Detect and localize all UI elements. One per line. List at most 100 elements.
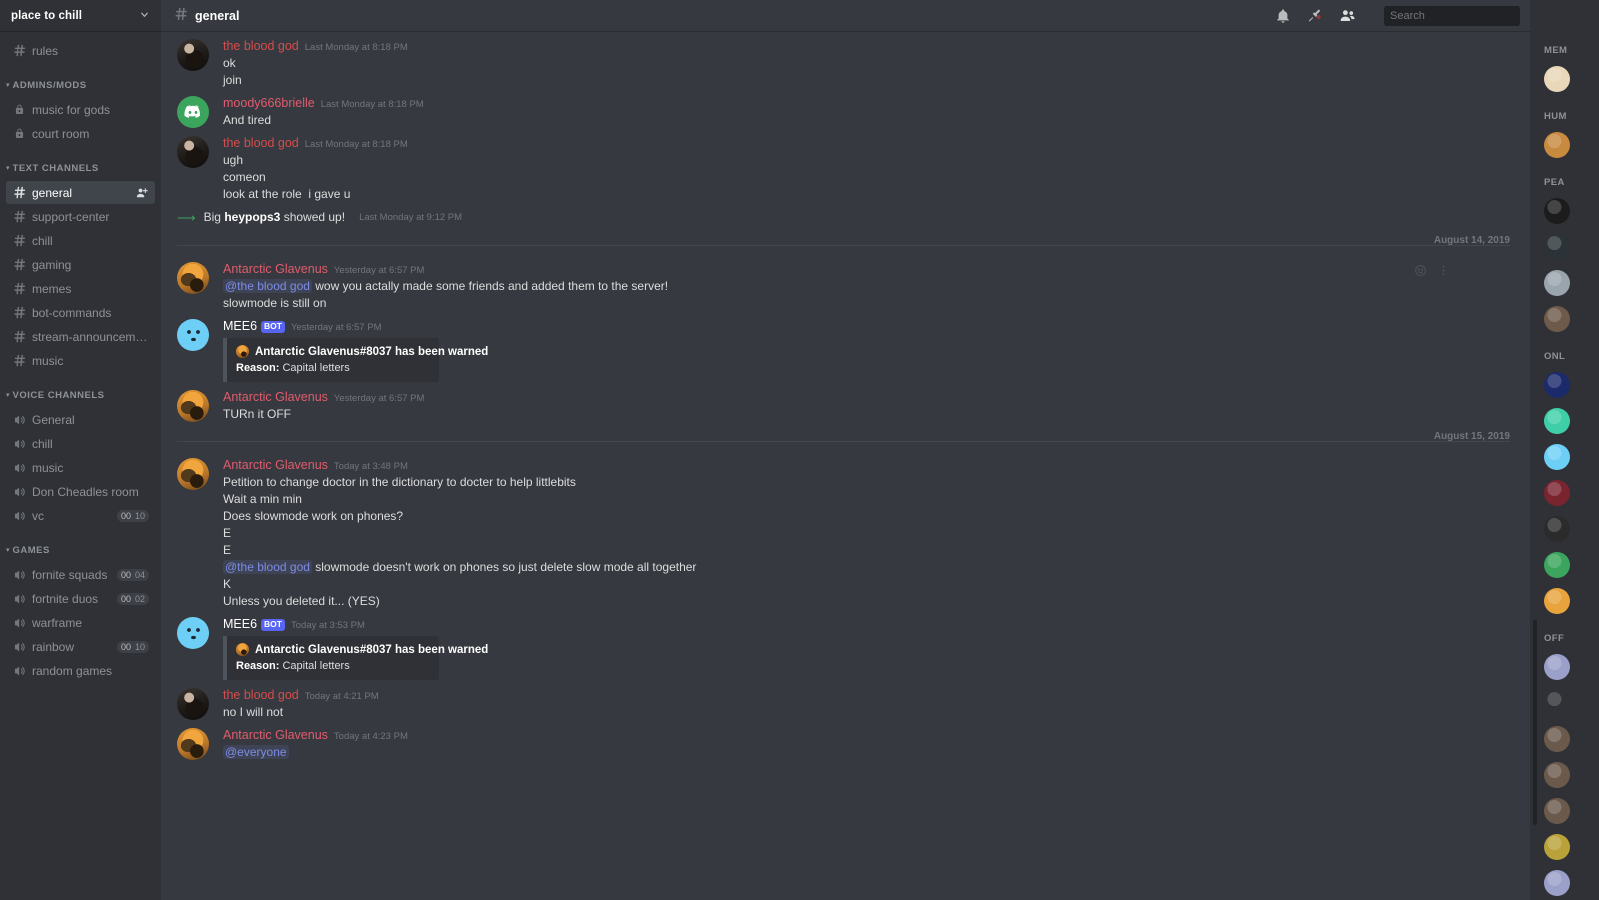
sidebar-item-music[interactable]: music bbox=[6, 349, 155, 372]
message-group[interactable]: Antarctic Glavenus Today at 4:23 PM @every… bbox=[161, 720, 1530, 760]
pin-icon[interactable] bbox=[1307, 8, 1323, 24]
sidebar-item-warframe[interactable]: warframe bbox=[6, 611, 155, 634]
sidebar-item-music[interactable]: music bbox=[6, 456, 155, 479]
member-list-item[interactable] bbox=[1544, 265, 1599, 301]
member-list-item[interactable] bbox=[1544, 193, 1599, 229]
sidebar-item-fornite-squads[interactable]: fornite squads 00 04 bbox=[6, 563, 155, 586]
member-list-item[interactable] bbox=[1544, 127, 1599, 163]
member-list-item[interactable] bbox=[1544, 439, 1599, 475]
member-list-item[interactable] bbox=[1544, 829, 1599, 865]
sidebar-item-court-room[interactable]: court room bbox=[6, 122, 155, 145]
sidebar-category-games[interactable]: ▾ GAMES bbox=[0, 538, 161, 562]
lock-icon bbox=[12, 126, 27, 141]
message-group[interactable]: the blood god Today at 4:21 PM no I will n… bbox=[161, 680, 1530, 720]
message-hover-actions[interactable] bbox=[1414, 264, 1450, 282]
member-list-item[interactable] bbox=[1544, 475, 1599, 511]
search-input[interactable]: Search bbox=[1384, 5, 1520, 26]
member-list-item[interactable] bbox=[1544, 229, 1599, 265]
avatar[interactable] bbox=[177, 39, 209, 71]
member-list-item[interactable] bbox=[1544, 793, 1599, 829]
message-group[interactable]: the blood god Last Monday at 8:18 PM ugh co… bbox=[161, 128, 1530, 202]
member-list-item[interactable] bbox=[1544, 367, 1599, 403]
message-group[interactable]: Antarctic Glavenus Today at 3:48 PM Petiti… bbox=[161, 450, 1530, 609]
sidebar-item-general[interactable]: general bbox=[6, 181, 155, 204]
member-list-item[interactable] bbox=[1544, 61, 1599, 97]
avatar[interactable] bbox=[177, 136, 209, 168]
message-author[interactable]: moody666brielle bbox=[223, 96, 315, 111]
chevron-down-icon[interactable] bbox=[139, 9, 150, 22]
sidebar-item-rainbow[interactable]: rainbow 00 10 bbox=[6, 635, 155, 658]
member-list-item[interactable] bbox=[1544, 865, 1599, 900]
mention-link[interactable]: @the blood god bbox=[223, 279, 312, 293]
sidebar-item-gaming[interactable]: gaming bbox=[6, 253, 155, 276]
avatar[interactable] bbox=[177, 458, 209, 490]
avatar[interactable] bbox=[177, 688, 209, 720]
server-header[interactable]: place to chill bbox=[0, 0, 161, 31]
add-reaction-icon[interactable] bbox=[1414, 264, 1427, 282]
channel-list[interactable]: rules ▾ ADMINS/MODS music for gods court roo… bbox=[0, 31, 161, 900]
message-list[interactable]: the blood god Last Monday at 8:18 PM ok joi… bbox=[161, 31, 1530, 900]
bell-icon[interactable] bbox=[1275, 8, 1291, 24]
member-list-item[interactable] bbox=[1544, 685, 1599, 721]
voice-limit-badge: 00 10 bbox=[116, 509, 149, 522]
sidebar-item-memes[interactable]: memes bbox=[6, 277, 155, 300]
sidebar-item-bot-commands[interactable]: bot-commands bbox=[6, 301, 155, 324]
sidebar-item-stream-announcements[interactable]: stream-announcements bbox=[6, 325, 155, 348]
sidebar-item-music-for-gods[interactable]: music for gods bbox=[6, 98, 155, 121]
member-list-item[interactable] bbox=[1544, 301, 1599, 337]
avatar[interactable] bbox=[177, 617, 209, 649]
member-list-item[interactable] bbox=[1544, 403, 1599, 439]
avatar bbox=[1544, 408, 1570, 434]
message-group[interactable]: Antarctic Glavenus Yesterday at 6:57 PM TU… bbox=[161, 382, 1530, 422]
avatar[interactable] bbox=[177, 319, 209, 351]
avatar bbox=[1544, 552, 1570, 578]
bot-message-group[interactable]: MEE6 BOT Today at 3:53 PM Antarctic Glavenu… bbox=[161, 609, 1530, 680]
add-member-icon[interactable] bbox=[135, 186, 149, 200]
message-group[interactable]: Antarctic Glavenus Yesterday at 6:57 PM @t… bbox=[161, 254, 1530, 311]
sidebar-category-admins-mods[interactable]: ▾ ADMINS/MODS bbox=[0, 73, 161, 97]
discord-app: place to chill rules ▾ ADMINS/MODS music fo… bbox=[0, 0, 1599, 900]
member-list-item[interactable] bbox=[1544, 757, 1599, 793]
avatar[interactable] bbox=[177, 390, 209, 422]
sidebar-item-vc[interactable]: vc 00 10 bbox=[6, 504, 155, 527]
message-author[interactable]: Antarctic Glavenus bbox=[223, 262, 328, 277]
message-author[interactable]: the blood god bbox=[223, 136, 299, 151]
message-author[interactable]: MEE6 bbox=[223, 617, 257, 632]
message-author[interactable]: Antarctic Glavenus bbox=[223, 458, 328, 473]
sidebar-item-chill[interactable]: chill bbox=[6, 229, 155, 252]
sidebar-category-text-channels[interactable]: ▾ TEXT CHANNELS bbox=[0, 156, 161, 180]
message-group[interactable]: moody666brielle Last Monday at 8:18 PM And… bbox=[161, 88, 1530, 128]
sidebar-item-fortnite-duos[interactable]: fortnite duos 00 02 bbox=[6, 587, 155, 610]
sidebar-category-voice-channels[interactable]: ▾ VOICE CHANNELS bbox=[0, 383, 161, 407]
message-author[interactable]: Antarctic Glavenus bbox=[223, 728, 328, 743]
member-list-item[interactable] bbox=[1544, 649, 1599, 685]
member-list-item[interactable] bbox=[1544, 583, 1599, 619]
sidebar-item-don-cheadles-room[interactable]: Don Cheadles room bbox=[6, 480, 155, 503]
member-list-item[interactable] bbox=[1544, 511, 1599, 547]
member-list-sidebar[interactable]: MEM HUM PEA ONL OFF bbox=[1530, 0, 1599, 900]
avatar[interactable] bbox=[177, 96, 209, 128]
more-options-icon[interactable] bbox=[1437, 264, 1450, 282]
sidebar-item-chill[interactable]: chill bbox=[6, 432, 155, 455]
main-panel: general Search the blood god Last Monday … bbox=[161, 0, 1530, 900]
message-author[interactable]: Antarctic Glavenus bbox=[223, 390, 328, 405]
member-list-item[interactable] bbox=[1544, 547, 1599, 583]
avatar[interactable] bbox=[177, 262, 209, 294]
mention-link[interactable]: @the blood god bbox=[223, 560, 312, 574]
sidebar-item-random-games[interactable]: random games bbox=[6, 659, 155, 682]
avatar[interactable] bbox=[177, 728, 209, 760]
message-author[interactable]: the blood god bbox=[223, 688, 299, 703]
mention-link[interactable]: @everyone bbox=[223, 745, 289, 759]
sidebar-item-rules[interactable]: rules bbox=[6, 39, 155, 62]
avatar bbox=[1544, 306, 1570, 332]
bot-message-group[interactable]: MEE6 BOT Yesterday at 6:57 PM Antarctic Gla… bbox=[161, 311, 1530, 382]
message-group[interactable]: the blood god Last Monday at 8:18 PM ok joi… bbox=[161, 31, 1530, 88]
members-icon[interactable] bbox=[1339, 7, 1356, 24]
member-list-item[interactable] bbox=[1544, 721, 1599, 757]
message-author[interactable]: MEE6 bbox=[223, 319, 257, 334]
member-list-scrollbar[interactable] bbox=[1533, 620, 1537, 825]
sidebar-item-general[interactable]: General bbox=[6, 408, 155, 431]
message-author[interactable]: the blood god bbox=[223, 39, 299, 54]
sidebar-item-support-center[interactable]: support-center bbox=[6, 205, 155, 228]
voice-current: 00 bbox=[120, 510, 131, 521]
